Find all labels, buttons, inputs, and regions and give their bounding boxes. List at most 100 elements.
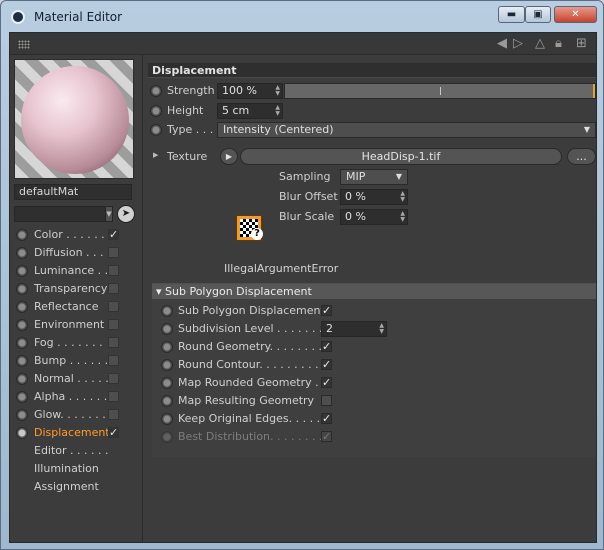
channel-enable-checkbox[interactable]	[108, 373, 119, 384]
channel-label[interactable]: Normal . . . . .	[34, 372, 109, 385]
pick-layer-button[interactable]: ➤	[117, 205, 135, 223]
animate-radio[interactable]	[161, 413, 173, 425]
strength-spinner[interactable]: ▲ ▼	[275, 85, 280, 97]
texture-expand-triangle[interactable]: ▶	[153, 151, 158, 159]
channel-row[interactable]: Displacement ✓	[14, 424, 140, 442]
channel-row[interactable]: Environment	[14, 316, 140, 334]
extra-tab-label[interactable]: Editor . . . . . .	[34, 444, 109, 457]
sub-polygon-checkbox[interactable]: ✓	[321, 377, 332, 388]
up-arrow-icon[interactable]: △	[535, 36, 545, 52]
grip-icon[interactable]	[18, 40, 30, 49]
channel-row[interactable]: Fog . . . . . . .	[14, 334, 140, 352]
blur-scale-input[interactable]: 0 % ▲ ▼	[340, 209, 408, 225]
channel-label[interactable]: Displacement	[34, 426, 110, 439]
channel-enable-checkbox[interactable]: ✓	[108, 427, 119, 438]
animate-radio[interactable]	[161, 377, 173, 389]
channel-radio[interactable]	[16, 265, 28, 277]
close-button[interactable]: ✕	[554, 6, 597, 23]
channel-radio[interactable]	[16, 355, 28, 367]
channel-radio[interactable]	[16, 301, 28, 313]
strength-slider-handle[interactable]	[593, 84, 595, 98]
channel-label[interactable]: Color . . . . . .	[34, 228, 105, 241]
arrow-right-icon[interactable]: ▷	[513, 36, 523, 52]
height-input[interactable]: 5 cm ▲ ▼	[217, 103, 283, 119]
sub-polygon-header[interactable]: ▾ Sub Polygon Displacement	[152, 284, 596, 299]
sub-polygon-checkbox[interactable]: ✓	[321, 359, 332, 370]
channel-radio[interactable]	[16, 319, 28, 331]
channel-enable-checkbox[interactable]	[108, 301, 119, 312]
channel-label[interactable]: Luminance . .	[34, 264, 108, 277]
maximize-button[interactable]: ▣	[525, 6, 551, 23]
material-preview[interactable]	[14, 59, 134, 179]
animate-radio[interactable]	[161, 305, 173, 317]
channel-label[interactable]: Bump . . . . . .	[34, 354, 108, 367]
channel-radio[interactable]	[16, 337, 28, 349]
channel-label[interactable]: Glow. . . . . . .	[34, 408, 106, 421]
channel-radio[interactable]	[16, 391, 28, 403]
channel-label[interactable]: Fog . . . . . . .	[34, 336, 103, 349]
type-animate-radio[interactable]	[150, 124, 162, 136]
channel-enable-checkbox[interactable]: ✓	[108, 229, 119, 240]
subdivision-level-input[interactable]: 2 ▲ ▼	[321, 321, 387, 337]
channel-enable-checkbox[interactable]	[108, 247, 119, 258]
channel-row[interactable]: Diffusion . . .	[14, 244, 140, 262]
channel-radio[interactable]	[16, 247, 28, 259]
title-bar[interactable]: Material Editor ▬ ▣ ✕	[1, 1, 603, 31]
extra-tab-row[interactable]: Illumination	[14, 460, 140, 478]
type-dropdown[interactable]: Intensity (Centered) ▼	[217, 122, 596, 138]
channel-label[interactable]: Environment	[34, 318, 104, 331]
channel-label[interactable]: Diffusion . . .	[34, 246, 104, 259]
height-spinner[interactable]: ▲ ▼	[275, 105, 280, 117]
sampling-dropdown[interactable]: MIP ▼	[340, 169, 408, 185]
sub-polygon-checkbox[interactable]: ✓	[321, 413, 332, 424]
sub-polygon-checkbox[interactable]: ✓	[321, 341, 332, 352]
animate-radio[interactable]	[161, 341, 173, 353]
channel-row[interactable]: Bump . . . . . .	[14, 352, 140, 370]
strength-slider[interactable]	[284, 83, 596, 99]
blur-offset-spinner[interactable]: ▲ ▼	[400, 191, 405, 203]
minimize-button[interactable]: ▬	[498, 6, 525, 23]
animate-radio[interactable]	[161, 323, 173, 335]
channel-row[interactable]: Alpha . . . . . .	[14, 388, 140, 406]
strength-input[interactable]: 100 % ▲ ▼	[217, 83, 283, 99]
subdivision-level-spinner[interactable]: ▲ ▼	[379, 323, 384, 335]
channel-radio[interactable]	[16, 409, 28, 421]
blur-offset-input[interactable]: 0 % ▲ ▼	[340, 189, 408, 205]
channel-row[interactable]: Glow. . . . . . .	[14, 406, 140, 424]
animate-radio[interactable]	[161, 395, 173, 407]
texture-menu-button[interactable]: ▶	[220, 148, 238, 165]
arrow-left-icon[interactable]: ◀	[497, 36, 507, 52]
extra-tab-label[interactable]: Assignment	[34, 480, 99, 493]
channel-enable-checkbox[interactable]	[108, 265, 119, 276]
layer-field[interactable]	[14, 206, 106, 222]
new-window-icon[interactable]: ⊞	[576, 36, 587, 52]
channel-row[interactable]: Luminance . .	[14, 262, 140, 280]
layer-dropdown-arrow[interactable]: ▼	[105, 206, 113, 222]
channel-enable-checkbox[interactable]	[108, 337, 119, 348]
texture-browse-button[interactable]: ...	[567, 148, 596, 165]
material-name-field[interactable]: defaultMat	[14, 184, 132, 200]
extra-tab-row[interactable]: Editor . . . . . .	[14, 442, 140, 460]
extra-tab-label[interactable]: Illumination	[34, 462, 99, 475]
channel-label[interactable]: Alpha . . . . . .	[34, 390, 107, 403]
channel-enable-checkbox[interactable]	[108, 283, 119, 294]
lock-icon[interactable]: 🔒︎	[555, 36, 562, 52]
texture-file-button[interactable]: HeadDisp-1.tif	[240, 148, 562, 165]
channel-row[interactable]: Color . . . . . . ✓	[14, 226, 140, 244]
height-animate-radio[interactable]	[150, 105, 162, 117]
channel-radio[interactable]	[16, 283, 28, 295]
channel-enable-checkbox[interactable]	[108, 355, 119, 366]
channel-radio[interactable]	[16, 427, 28, 439]
channel-radio[interactable]	[16, 229, 28, 241]
strength-animate-radio[interactable]	[150, 85, 162, 97]
channel-label[interactable]: Reflectance	[34, 300, 99, 313]
channel-enable-checkbox[interactable]	[108, 319, 119, 330]
channel-enable-checkbox[interactable]	[108, 409, 119, 420]
extra-tab-row[interactable]: Assignment	[14, 478, 140, 496]
sub-polygon-checkbox[interactable]: ✓	[321, 305, 332, 316]
channel-row[interactable]: Normal . . . . .	[14, 370, 140, 388]
sub-polygon-checkbox[interactable]	[321, 395, 332, 406]
channel-label[interactable]: Transparency	[34, 282, 107, 295]
channel-row[interactable]: Reflectance	[14, 298, 140, 316]
animate-radio[interactable]	[161, 359, 173, 371]
